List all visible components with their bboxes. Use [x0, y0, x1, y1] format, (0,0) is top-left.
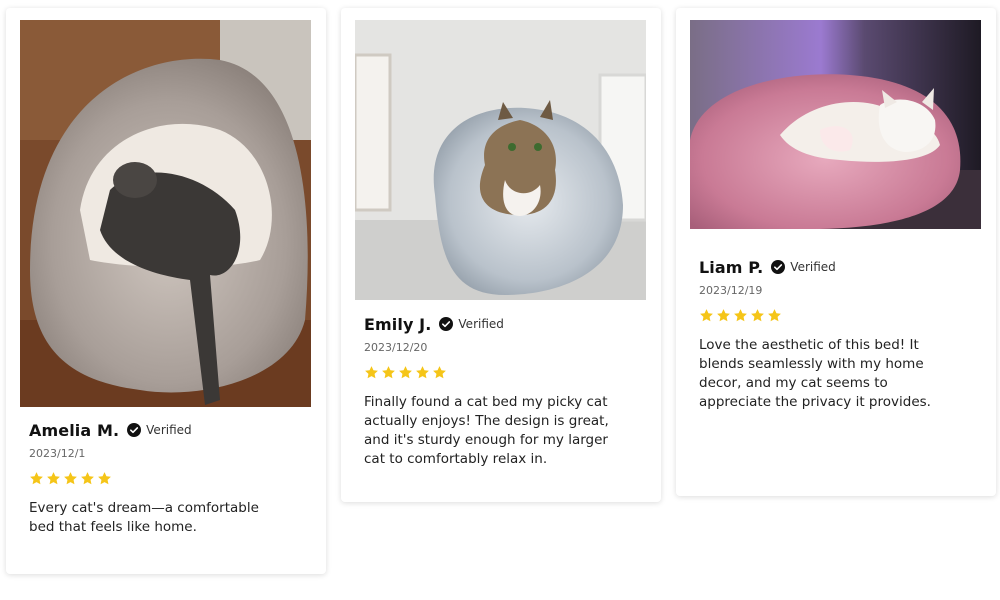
star-icon — [63, 471, 78, 486]
star-icon — [381, 365, 396, 380]
star-icon — [398, 365, 413, 380]
star-icon — [415, 365, 430, 380]
star-icon — [750, 308, 765, 323]
star-icon — [716, 308, 731, 323]
star-icon — [80, 471, 95, 486]
review-photo[interactable] — [690, 20, 981, 229]
review-card: Liam P. Verified 2023/12/19 Love the aes… — [676, 8, 996, 496]
review-card: Amelia M. Verified 2023/12/1 Every cat's… — [6, 8, 326, 574]
verified-check-icon — [127, 423, 142, 437]
review-photo-image — [355, 20, 646, 300]
reviewer-name: Liam P. — [699, 257, 764, 277]
review-info: Emily J. Verified 2023/12/20 Finally fou… — [364, 313, 641, 469]
star-icon — [733, 308, 748, 323]
review-text: Every cat's dream—a comfortable bed that… — [29, 500, 259, 535]
review-photo-image — [690, 20, 981, 229]
reviewer-row: Liam P. Verified — [699, 256, 976, 278]
review-date: 2023/12/19 — [699, 284, 763, 297]
star-rating — [29, 471, 306, 487]
reviewer-row: Amelia M. Verified — [29, 419, 306, 441]
verified-check-icon — [771, 260, 786, 274]
review-text: Love the aesthetic of this bed! It blend… — [699, 337, 931, 410]
star-rating — [364, 365, 641, 381]
verified-label: Verified — [146, 423, 192, 437]
star-icon — [767, 308, 782, 323]
star-icon — [46, 471, 61, 486]
review-photo-image — [20, 20, 311, 407]
verified-label: Verified — [458, 317, 504, 331]
review-date: 2023/12/20 — [364, 341, 428, 354]
review-card: Emily J. Verified 2023/12/20 Finally fou… — [341, 8, 661, 502]
verified-label: Verified — [790, 260, 836, 274]
review-photo[interactable] — [20, 20, 311, 407]
review-text: Finally found a cat bed my picky cat act… — [364, 394, 609, 467]
review-info: Amelia M. Verified 2023/12/1 Every cat's… — [29, 419, 306, 537]
review-date: 2023/12/1 — [29, 447, 86, 460]
reviewer-name: Amelia M. — [29, 420, 120, 440]
review-info: Liam P. Verified 2023/12/19 Love the aes… — [699, 256, 976, 412]
star-icon — [699, 308, 714, 323]
star-rating — [699, 308, 976, 324]
verified-check-icon — [439, 317, 454, 331]
star-icon — [432, 365, 447, 380]
star-icon — [29, 471, 44, 486]
reviewer-row: Emily J. Verified — [364, 313, 641, 335]
star-icon — [97, 471, 112, 486]
review-photo[interactable] — [355, 20, 646, 300]
reviewer-name: Emily J. — [364, 314, 432, 334]
star-icon — [364, 365, 379, 380]
